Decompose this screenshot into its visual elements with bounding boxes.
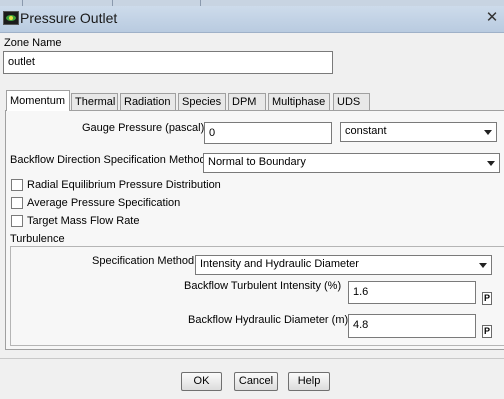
average-pressure-label: Average Pressure Specification: [27, 197, 181, 209]
parameter-icon[interactable]: P: [482, 325, 492, 338]
gauge-pressure-input[interactable]: 0: [204, 122, 332, 144]
tab-thermal[interactable]: Thermal: [71, 93, 118, 110]
target-mass-flow-checkbox[interactable]: [11, 215, 23, 227]
zone-name-label: Zone Name: [4, 37, 62, 49]
title-bar[interactable]: Pressure Outlet ✕: [0, 6, 504, 33]
hydraulic-diameter-input[interactable]: 4.8: [348, 314, 476, 338]
tab-momentum[interactable]: Momentum: [6, 90, 70, 111]
close-icon[interactable]: ✕: [483, 9, 501, 26]
gauge-pressure-method-value: constant: [345, 125, 387, 137]
specification-method-select[interactable]: Intensity and Hydraulic Diameter: [195, 255, 492, 275]
tab-dpm[interactable]: DPM: [228, 93, 266, 110]
specification-method-label: Specification Method: [92, 255, 195, 267]
gauge-pressure-method-select[interactable]: constant: [340, 122, 497, 142]
ok-button[interactable]: OK: [181, 372, 222, 391]
chevron-down-icon: [479, 263, 487, 268]
turbulence-group-title: Turbulence: [10, 233, 65, 245]
footer-separator: [0, 358, 504, 359]
backflow-direction-value: Normal to Boundary: [208, 156, 306, 168]
tab-multiphase[interactable]: Multiphase: [268, 93, 330, 110]
tab-radiation[interactable]: Radiation: [120, 93, 176, 110]
backflow-direction-select[interactable]: Normal to Boundary: [203, 153, 500, 173]
gauge-pressure-label: Gauge Pressure (pascal): [82, 122, 205, 134]
chevron-down-icon: [487, 161, 495, 166]
target-mass-flow-label: Target Mass Flow Rate: [27, 215, 140, 227]
help-button[interactable]: Help: [288, 372, 330, 391]
tab-species[interactable]: Species: [178, 93, 226, 110]
fluent-app-icon: [3, 11, 19, 25]
cancel-button[interactable]: Cancel: [234, 372, 278, 391]
hydraulic-diameter-label: Backflow Hydraulic Diameter (m): [188, 314, 349, 326]
specification-method-value: Intensity and Hydraulic Diameter: [200, 258, 359, 270]
radial-equilibrium-label: Radial Equilibrium Pressure Distribution: [27, 179, 221, 191]
tab-uds[interactable]: UDS: [333, 93, 370, 110]
chevron-down-icon: [484, 130, 492, 135]
parameter-icon[interactable]: P: [482, 292, 492, 305]
window-title: Pressure Outlet: [20, 10, 118, 26]
average-pressure-checkbox[interactable]: [11, 197, 23, 209]
turbulent-intensity-input[interactable]: 1.6: [348, 281, 476, 304]
zone-name-input[interactable]: outlet: [3, 51, 333, 74]
radial-equilibrium-checkbox[interactable]: [11, 179, 23, 191]
turbulent-intensity-label: Backflow Turbulent Intensity (%): [184, 280, 342, 292]
backflow-direction-label: Backflow Direction Specification Method: [10, 154, 206, 166]
